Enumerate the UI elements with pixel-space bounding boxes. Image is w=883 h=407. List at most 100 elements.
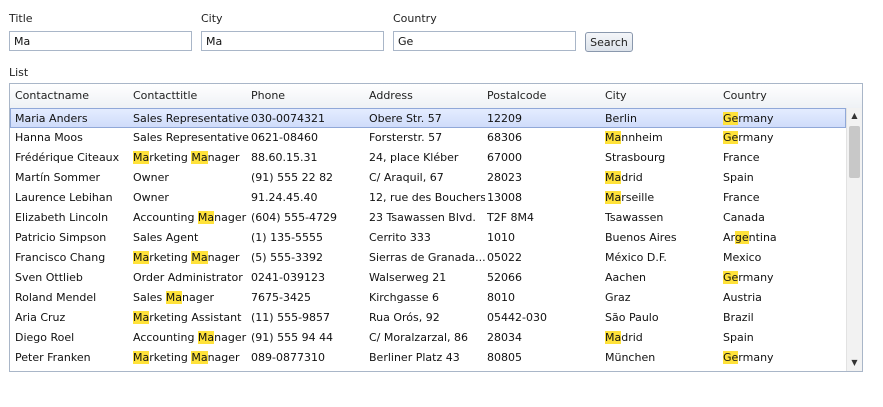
cell-country: Germany (723, 271, 774, 284)
match-highlight: Ma (197, 331, 215, 344)
column-header-phone[interactable]: Phone (251, 89, 285, 102)
cell-contactname: Roland Mendel (15, 291, 97, 304)
scroll-down-arrow-icon[interactable]: ▼ (847, 355, 862, 371)
column-header-country[interactable]: Country (723, 89, 767, 102)
title-filter-label: Title (9, 12, 33, 25)
cell-contacttitle: Marketing Manager (133, 351, 240, 364)
cell-contactname: Diego Roel (15, 331, 75, 344)
cell-contacttitle: Sales Agent (133, 231, 199, 244)
cell-country: Germany (723, 351, 774, 364)
cell-phone: 0621-08460 (251, 131, 318, 144)
city-filter-label: City (201, 12, 223, 25)
column-header-contacttitle[interactable]: Contacttitle (133, 89, 197, 102)
cell-phone: (91) 555 94 44 (251, 331, 334, 344)
match-highlight: Ma (133, 251, 150, 264)
cell-contactname: Sven Ottlieb (15, 271, 83, 284)
cell-postalcode: 05022 (487, 251, 522, 264)
match-highlight: Ma (191, 151, 208, 164)
cell-city: München (605, 351, 656, 364)
table-row[interactable]: Sven Ottlieb Order Administrator 0241-0391… (10, 268, 846, 288)
cell-phone: (1) 135-5555 (251, 231, 324, 244)
cell-contactname: Maria Anders (15, 112, 88, 125)
match-highlight: ge (734, 231, 749, 244)
cell-contacttitle: Sales Manager (133, 291, 215, 304)
cell-contactname: Aria Cruz (15, 311, 66, 324)
cell-contactname: Martín Sommer (15, 171, 101, 184)
cell-contacttitle: Marketing Manager (133, 151, 240, 164)
column-header-city[interactable]: City (605, 89, 627, 102)
cell-postalcode: 8010 (487, 291, 515, 304)
table-row[interactable]: Francisco Chang Marketing Manager (5) 555-… (10, 248, 846, 268)
cell-phone: 030-0074321 (251, 112, 325, 125)
cell-phone: 7675-3425 (251, 291, 311, 304)
cell-contacttitle: Accounting Manager (133, 331, 247, 344)
cell-country: Austria (723, 291, 762, 304)
cell-address: C/ Moralzarzal, 86 (369, 331, 469, 344)
table-row[interactable]: Hanna Moos Sales Representative 0621-08460… (10, 128, 846, 148)
cell-city: Aachen (605, 271, 647, 284)
scroll-up-arrow-icon[interactable]: ▲ (847, 108, 862, 124)
cell-contacttitle: Sales Representative (133, 112, 249, 125)
cell-phone: (11) 555-9857 (251, 311, 331, 324)
cell-contactname: Francisco Chang (15, 251, 106, 264)
cell-postalcode: 28034 (487, 331, 522, 344)
cell-country: France (723, 191, 760, 204)
city-filter-input[interactable] (201, 31, 384, 51)
match-highlight: Ma (197, 211, 215, 224)
cell-phone: (604) 555-4729 (251, 211, 338, 224)
scrollbar-thumb[interactable] (849, 126, 860, 178)
cell-address: C/ Araquil, 67 (369, 171, 444, 184)
cell-postalcode: 13008 (487, 191, 522, 204)
cell-phone: 88.60.15.31 (251, 151, 318, 164)
grid-rows: Maria Anders Sales Representative 030-0074… (10, 108, 846, 371)
country-filter-label: Country (393, 12, 437, 25)
cell-postalcode: 05442-030 (487, 311, 547, 324)
cell-city: Madrid (605, 171, 643, 184)
cell-country: Germany (723, 112, 774, 125)
cell-address: 23 Tsawassen Blvd. (369, 211, 476, 224)
cell-city: Strasbourg (605, 151, 666, 164)
cell-phone: 0241-039123 (251, 271, 325, 284)
cell-phone: (5) 555-3392 (251, 251, 324, 264)
cell-postalcode: 28023 (487, 171, 522, 184)
table-row[interactable]: Frédérique Citeaux Marketing Manager 88.60… (10, 148, 846, 168)
search-button[interactable]: Search (585, 32, 633, 52)
table-row[interactable]: Elizabeth Lincoln Accounting Manager (604)… (10, 208, 846, 228)
match-highlight: Ge (723, 131, 739, 144)
match-highlight: Ma (165, 291, 183, 304)
cell-phone: (91) 555 22 82 (251, 171, 334, 184)
match-highlight: Ma (605, 171, 622, 184)
table-row[interactable]: Diego Roel Accounting Manager (91) 555 94 … (10, 328, 846, 348)
match-highlight: Ma (605, 331, 622, 344)
cell-postalcode: 67000 (487, 151, 522, 164)
table-row[interactable]: Aria Cruz Marketing Assistant (11) 555-985… (10, 308, 846, 328)
table-row[interactable]: Laurence Lebihan Owner 91.24.45.40 12, rue … (10, 188, 846, 208)
column-header-postalcode[interactable]: Postalcode (487, 89, 546, 102)
cell-address: Walserweg 21 (369, 271, 447, 284)
cell-contacttitle: Sales Representative (133, 131, 249, 144)
cell-contacttitle: Accounting Manager (133, 211, 247, 224)
cell-city: Mannheim (605, 131, 663, 144)
match-highlight: Ge (723, 112, 739, 125)
cell-city: Madrid (605, 331, 643, 344)
match-highlight: Ma (605, 131, 622, 144)
country-filter-input[interactable] (393, 31, 576, 51)
table-row[interactable]: Maria Anders Sales Representative 030-0074… (10, 108, 846, 128)
cell-address: Berliner Platz 43 (369, 351, 460, 364)
table-row[interactable]: Martín Sommer Owner (91) 555 22 82 C/ Araqu… (10, 168, 846, 188)
cell-city: México D.F. (605, 251, 667, 264)
vertical-scrollbar[interactable]: ▲ ▼ (846, 108, 862, 371)
column-header-contactname[interactable]: Contactname (15, 89, 89, 102)
cell-contactname: Peter Franken (15, 351, 91, 364)
cell-country: Mexico (723, 251, 762, 264)
table-row[interactable]: Patricio Simpson Sales Agent (1) 135-5555 C… (10, 228, 846, 248)
cell-postalcode: 68306 (487, 131, 522, 144)
cell-contactname: Frédérique Citeaux (15, 151, 120, 164)
title-filter-input[interactable] (9, 31, 192, 51)
match-highlight: Ma (191, 251, 208, 264)
match-highlight: Ma (605, 191, 622, 204)
column-header-address[interactable]: Address (369, 89, 413, 102)
table-row[interactable]: Roland Mendel Sales Manager 7675-3425 Kirch… (10, 288, 846, 308)
cell-city: São Paulo (605, 311, 659, 324)
table-row[interactable]: Peter Franken Marketing Manager 089-087731… (10, 348, 846, 368)
